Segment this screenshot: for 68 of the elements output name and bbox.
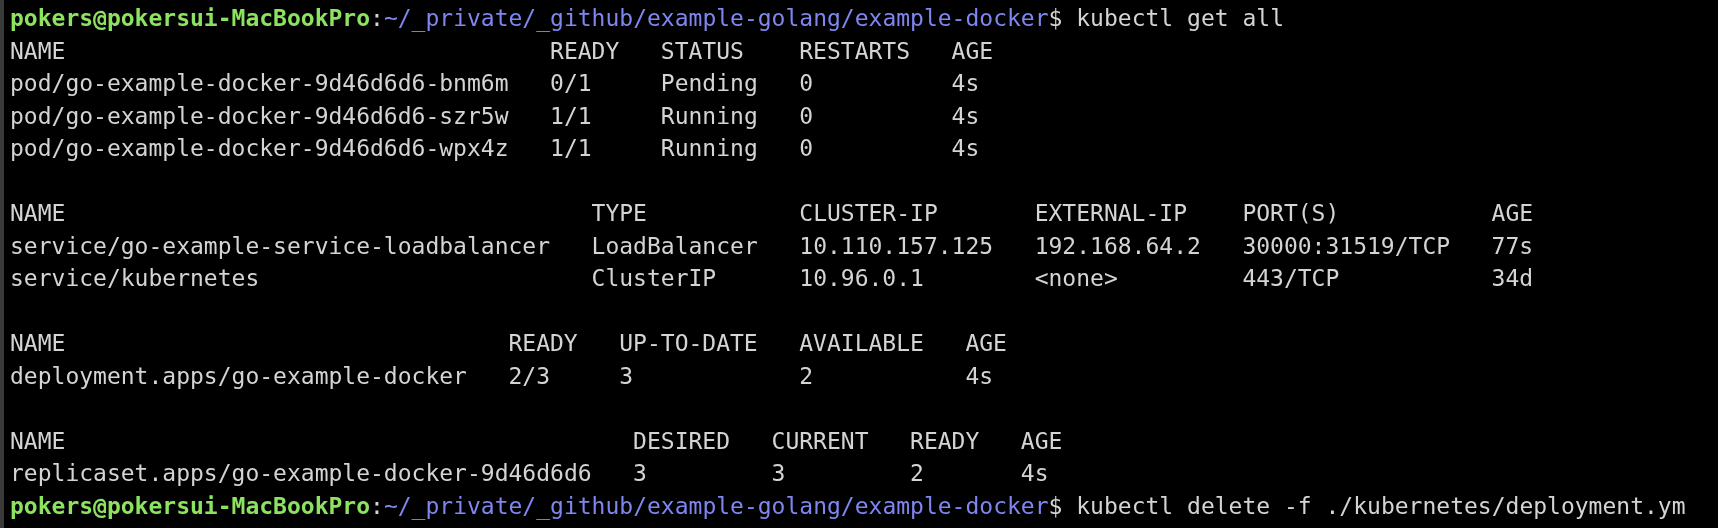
- prompt-separator: :: [370, 5, 384, 31]
- table-cell: 0: [799, 102, 814, 129]
- table-cell: 1/1: [550, 102, 592, 129]
- table-cell: 4s: [965, 362, 994, 389]
- table-cell: 2: [799, 362, 814, 389]
- column-header: PORT(S): [1242, 200, 1340, 226]
- column-header: NAME: [10, 427, 66, 454]
- column-header: AGE: [1491, 200, 1534, 226]
- prompt-path: ~/_private/_github/example-golang/example-docker: [383, 492, 1049, 519]
- column-header: NAME: [10, 200, 66, 226]
- prompt-symbol: $: [1048, 492, 1063, 519]
- column-header: AVAILABLE: [799, 330, 924, 356]
- table-cell: 1/1: [550, 135, 592, 161]
- prompt-symbol: $: [1048, 5, 1063, 31]
- column-header: UP-TO-DATE: [619, 330, 758, 356]
- table-cell: 34d: [1491, 265, 1534, 291]
- prompt-separator: :: [370, 492, 384, 519]
- table-cell: ClusterIP: [591, 265, 717, 291]
- column-header: READY: [550, 37, 620, 64]
- table-cell: <none>: [1034, 265, 1118, 291]
- table-cell: service/go-example-service-loadbalancer: [10, 232, 551, 259]
- table-cell: 2: [910, 460, 924, 486]
- table-cell: 4s: [951, 70, 980, 96]
- table-cell: 0/1: [550, 70, 592, 96]
- command-text: kubectl get all: [1076, 5, 1284, 31]
- table-cell: pod/go-example-docker-9d46d6d6-szr5w: [10, 102, 509, 129]
- table-cell: 192.168.64.2: [1034, 232, 1201, 259]
- table-cell: replicaset.apps/go-example-docker-9d46d6d6: [10, 460, 592, 486]
- table-cell: 0: [799, 135, 814, 161]
- table-cell: service/kubernetes: [10, 265, 260, 291]
- table-cell: 4s: [951, 102, 980, 129]
- column-header: READY: [910, 427, 980, 454]
- command-text: kubectl delete -f ./kubernetes/deployment.ym: [1076, 492, 1686, 519]
- prompt-user-host: pokers@pokersui-MacBookPro: [10, 5, 371, 31]
- table-cell: 10.96.0.1: [799, 265, 924, 291]
- table-cell: 4s: [1020, 460, 1049, 486]
- table-cell: 4s: [951, 135, 980, 161]
- column-header: NAME: [10, 37, 66, 64]
- column-header: CURRENT: [771, 427, 869, 454]
- column-header: EXTERNAL-IP: [1034, 200, 1187, 226]
- column-header: READY: [508, 330, 578, 356]
- prompt-user-host: pokers@pokersui-MacBookPro: [10, 492, 371, 519]
- column-header: STATUS: [660, 37, 744, 64]
- table-cell: 77s: [1491, 232, 1534, 259]
- table-cell: 3: [771, 460, 786, 486]
- table-cell: LoadBalancer: [591, 232, 758, 259]
- column-header: DESIRED: [633, 427, 731, 454]
- table-cell: Running: [660, 135, 758, 161]
- column-header: RESTARTS: [799, 37, 911, 64]
- table-cell: 0: [799, 70, 814, 96]
- table-cell: pod/go-example-docker-9d46d6d6-bnm6m: [10, 70, 509, 96]
- table-cell: deployment.apps/go-example-docker: [10, 362, 467, 389]
- column-header: AGE: [1020, 427, 1063, 454]
- table-cell: 3: [633, 460, 647, 486]
- column-header: TYPE: [591, 200, 647, 226]
- prompt-path: ~/_private/_github/example-golang/example-docker: [383, 5, 1049, 31]
- table-cell: 3: [619, 362, 634, 389]
- table-cell: 443/TCP: [1242, 265, 1340, 291]
- column-header: CLUSTER-IP: [799, 200, 938, 226]
- column-header: AGE: [965, 330, 1007, 356]
- table-cell: pod/go-example-docker-9d46d6d6-wpx4z: [10, 135, 509, 161]
- column-header: NAME: [10, 330, 66, 356]
- table-cell: 30000:31519/TCP: [1242, 232, 1451, 259]
- table-cell: 10.110.157.125: [799, 232, 994, 259]
- table-cell: 2/3: [508, 362, 551, 389]
- table-cell: Pending: [660, 70, 758, 96]
- column-header: AGE: [951, 37, 994, 64]
- table-cell: Running: [660, 102, 758, 129]
